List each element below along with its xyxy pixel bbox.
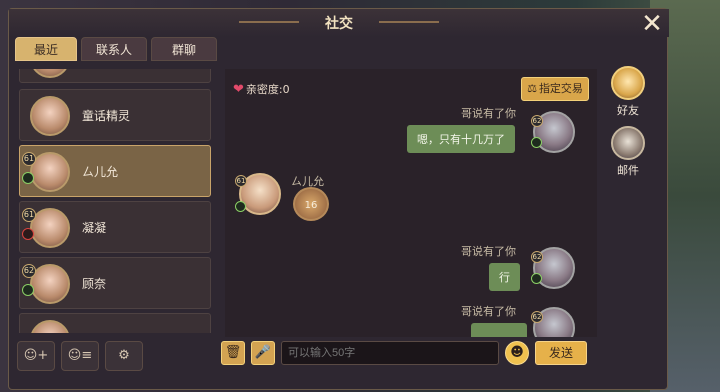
scale-icon: ⚖: [527, 82, 537, 95]
faction-badge-icon: [531, 273, 542, 284]
recent-list[interactable]: 童话精灵 61 ㄙ儿允 61 凝凝 62 顾奈: [19, 69, 215, 333]
emoji-button[interactable]: ☻: [505, 341, 529, 365]
sticker: 16: [293, 187, 329, 221]
avatar: [30, 208, 70, 248]
close-button[interactable]: ✕: [637, 9, 667, 39]
sender-name: 哥说有了你: [461, 107, 516, 120]
faction-badge-icon: [22, 228, 34, 240]
send-button[interactable]: 发送: [535, 341, 587, 365]
level-badge: 62: [22, 264, 36, 278]
social-panel: 社交 ✕ 最近 联系人 群聊 童话精灵 61 ㄙ儿允 61 凝凝 62 顾奈 ❤…: [8, 8, 669, 390]
faction-badge-icon: [531, 137, 542, 148]
avatar: [30, 264, 70, 304]
mail-icon: [611, 126, 645, 160]
level-badge: 62: [531, 311, 543, 323]
contact-name: 顾奈: [82, 277, 107, 291]
contact-name: 凝凝: [82, 221, 107, 235]
list-item-selected[interactable]: 61 ㄙ儿允: [19, 145, 211, 197]
faction-badge-icon: [235, 201, 246, 212]
side-nav-mail[interactable]: 邮件: [604, 126, 652, 180]
heart-icon: ❤: [233, 82, 244, 97]
chat-bubble: 行: [489, 263, 520, 291]
title-bar: 社交: [9, 9, 669, 37]
level-badge: 62: [531, 251, 543, 263]
sender-name: 哥说有了你: [461, 305, 516, 318]
avatar: [30, 320, 70, 333]
level-badge: 62: [531, 115, 543, 127]
side-nav: 好友 邮件: [604, 66, 652, 186]
list-item[interactable]: 61 凝凝: [19, 201, 211, 253]
chat-bubble: 嗯，只有十几万了: [407, 125, 515, 153]
level-badge: 61: [235, 175, 247, 187]
list-item[interactable]: [19, 313, 211, 333]
chat-bubble: [471, 323, 527, 337]
side-nav-label: 邮件: [617, 164, 639, 177]
avatar: [30, 69, 70, 78]
add-friend-button[interactable]: ☺+: [17, 341, 55, 371]
close-icon: ✕: [641, 9, 663, 39]
gear-icon: ⚙: [118, 348, 130, 363]
contact-name: 童话精灵: [82, 109, 131, 123]
delete-button[interactable]: 🗑: [221, 341, 245, 365]
message-input[interactable]: [281, 341, 499, 365]
title-ornament-right: [379, 21, 439, 23]
side-nav-friends[interactable]: 好友: [604, 66, 652, 120]
avatar: [30, 96, 70, 136]
intimacy-label: ❤ 亲密度:0: [233, 82, 290, 97]
emoji-icon: ☻: [510, 345, 524, 360]
level-badge: 61: [22, 208, 36, 222]
faction-badge-icon: [22, 172, 34, 184]
trash-icon: 🗑: [224, 345, 242, 360]
side-nav-label: 好友: [617, 104, 639, 117]
contact-name: ㄙ儿允: [82, 165, 119, 179]
friend-icon: [611, 66, 645, 100]
voice-button[interactable]: 🎤: [251, 341, 275, 365]
microphone-icon: 🎤: [254, 345, 272, 360]
tab-recent[interactable]: 最近: [15, 37, 77, 61]
list-item[interactable]: 童话精灵: [19, 89, 211, 141]
list-item[interactable]: 62 顾奈: [19, 257, 211, 309]
faction-badge-icon: [22, 284, 34, 296]
level-badge: 61: [22, 152, 36, 166]
friend-list-icon: ☺≡: [67, 348, 93, 363]
sender-name: 哥说有了你: [461, 245, 516, 258]
friend-list-button[interactable]: ☺≡: [61, 341, 99, 371]
add-friend-icon: ☺+: [23, 348, 49, 363]
chat-area[interactable]: ❤ 亲密度:0 ⚖ 指定交易 哥说有了你 嗯，只有十几万了 62 61 ㄙ儿允 16…: [225, 69, 597, 337]
tab-contacts[interactable]: 联系人: [81, 37, 147, 61]
window-title: 社交: [325, 16, 353, 32]
tab-groups[interactable]: 群聊: [151, 37, 217, 61]
settings-button[interactable]: ⚙: [105, 341, 143, 371]
avatar: [30, 152, 70, 192]
list-item[interactable]: [19, 69, 211, 83]
title-ornament-left: [239, 21, 299, 23]
designated-trade-button[interactable]: ⚖ 指定交易: [521, 77, 589, 101]
